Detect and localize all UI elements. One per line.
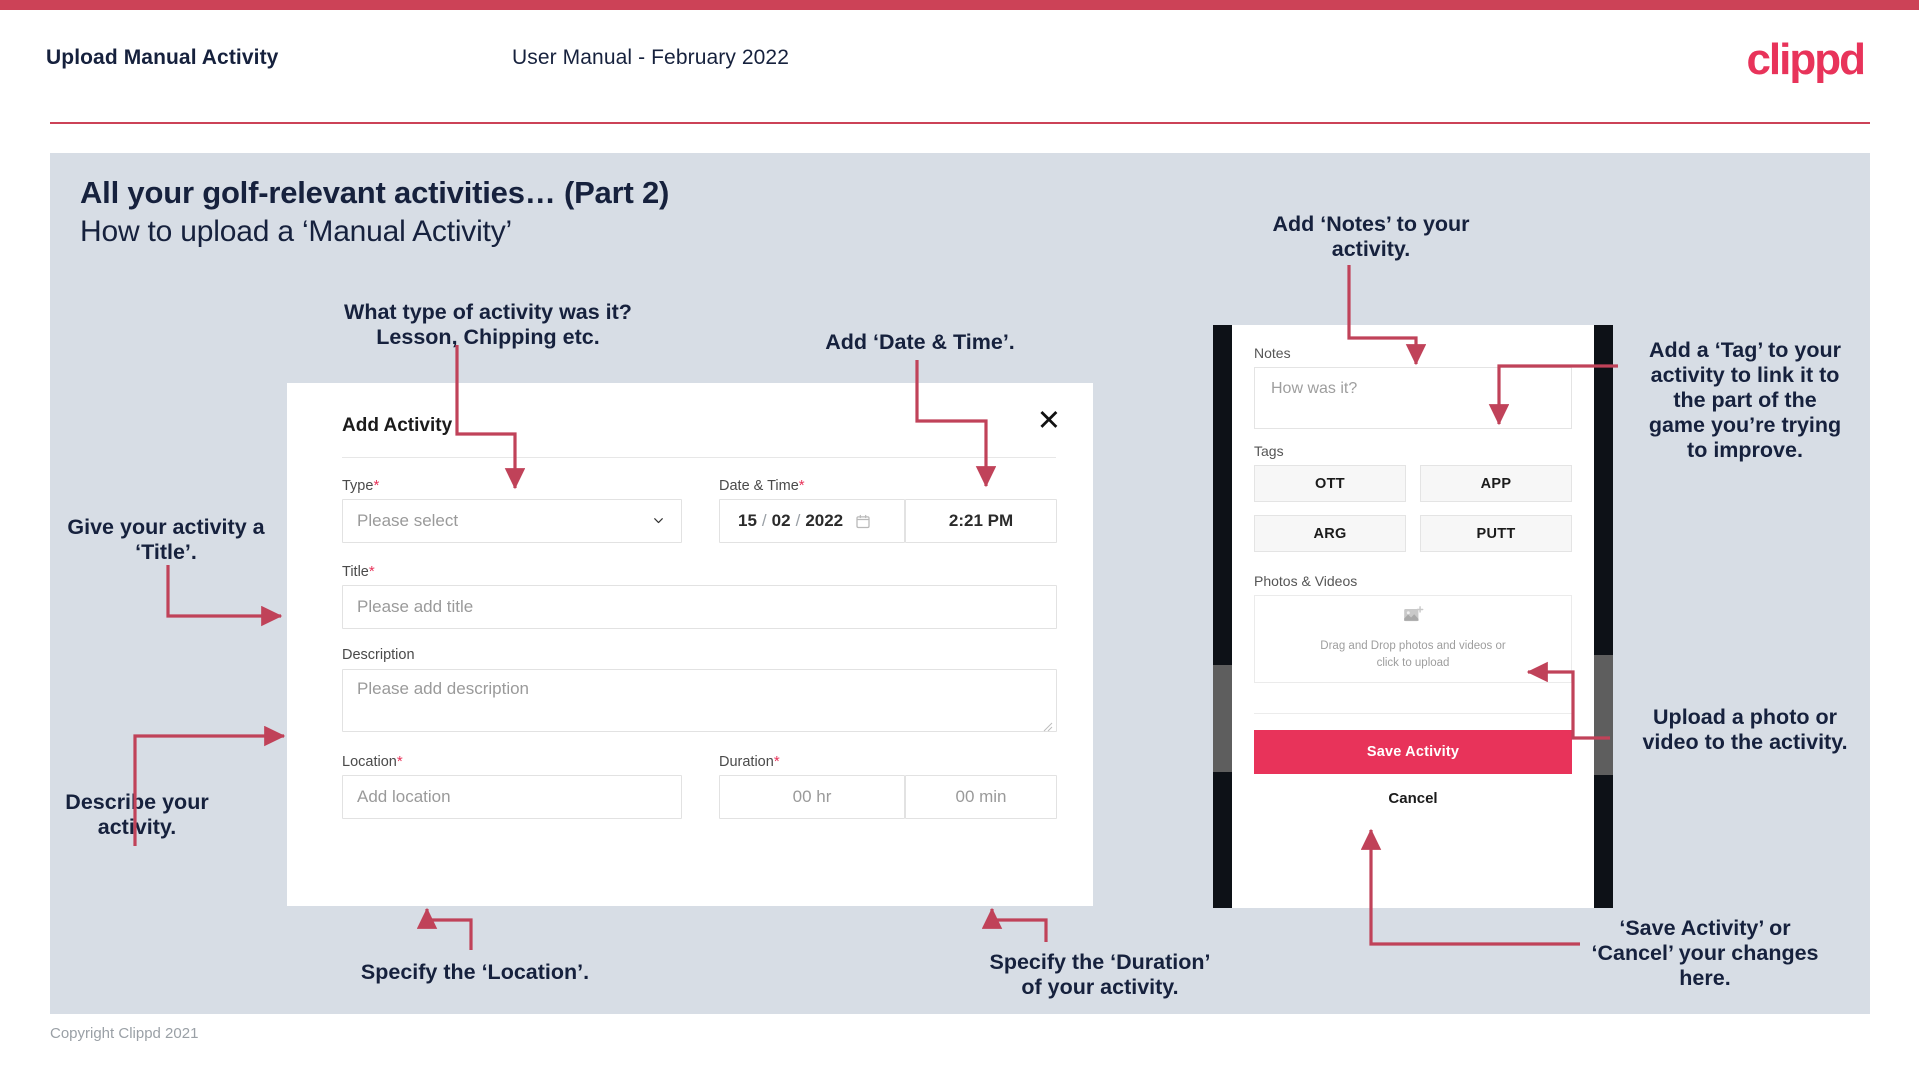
tag-button-putt[interactable]: PUTT (1420, 515, 1572, 552)
duration-minutes-placeholder: 00 min (955, 787, 1007, 806)
date-input[interactable]: 15 / 02 / 2022 (719, 499, 905, 543)
clippd-logo: clippd (1746, 35, 1866, 84)
tag-button-app[interactable]: APP (1420, 465, 1572, 502)
notes-label: Notes (1254, 345, 1291, 361)
duration-minutes-input[interactable]: 00 min (905, 775, 1057, 819)
location-required-mark: * (396, 753, 403, 770)
notes-placeholder: How was it? (1271, 380, 1358, 397)
annotation-photos: Upload a photo or video to the activity. (1642, 705, 1848, 754)
duration-label: Duration* (719, 753, 780, 770)
title-placeholder: Please add title (357, 597, 474, 616)
dropzone-text: Drag and Drop photos and videos or click… (1320, 638, 1505, 671)
header-subtitle: User Manual - February 2022 (512, 46, 789, 69)
annotation-tags: Add a ‘Tag’ to your activity to link it … (1648, 338, 1842, 462)
annotation-type: What type of activity was it? Lesson, Ch… (344, 300, 632, 349)
type-select[interactable]: Please select (342, 499, 682, 543)
header-title: Upload Manual Activity (46, 46, 279, 69)
datetime-required-mark: * (798, 477, 805, 494)
cancel-button[interactable]: Cancel (1254, 790, 1572, 807)
annotation-description: Describe your activity. (65, 790, 209, 839)
calendar-icon[interactable] (855, 513, 871, 530)
dialog-title: Add Activity (342, 415, 453, 436)
duration-required-mark: * (773, 753, 780, 770)
date-sep-2: / (795, 511, 801, 530)
page-subtitle: How to upload a ‘Manual Activity’ (80, 215, 512, 248)
title-required-mark: * (368, 563, 375, 580)
date-month: 02 (771, 511, 791, 530)
annotation-title: Give your activity a ‘Title’. (67, 515, 265, 564)
annotation-save: ‘Save Activity’ or ‘Cancel’ your changes… (1591, 916, 1819, 990)
date-sep-1: / (761, 511, 767, 530)
phone-frame-left (1213, 325, 1232, 908)
time-value: 2:21 PM (948, 511, 1014, 530)
annotation-datetime: Add ‘Date & Time’. (825, 330, 1015, 354)
datetime-label: Date & Time* (719, 477, 805, 494)
notes-textarea[interactable]: How was it? (1254, 367, 1572, 429)
location-placeholder: Add location (357, 787, 451, 806)
description-placeholder: Please add description (357, 679, 530, 698)
dropzone-line-1: Drag and Drop photos and videos or (1320, 640, 1506, 653)
title-label: Title* (342, 563, 375, 580)
tag-button-arg[interactable]: ARG (1254, 515, 1406, 552)
photo-dropzone[interactable]: Drag and Drop photos and videos or click… (1254, 595, 1572, 683)
chevron-down-icon (652, 514, 665, 527)
slide-root: Upload Manual Activity User Manual - Feb… (0, 0, 1919, 1079)
location-label-text: Location (342, 754, 397, 770)
annotation-notes: Add ‘Notes’ to your activity. (1272, 212, 1470, 261)
phone-frame-right (1594, 325, 1613, 908)
type-label-text: Type (342, 478, 374, 494)
add-activity-dialog: Add Activity ✕ Type* Please select Date … (287, 383, 1093, 906)
resize-handle-icon[interactable] (1043, 719, 1053, 732)
add-image-icon (1403, 606, 1424, 630)
annotation-location: Specify the ‘Location’. (360, 960, 590, 984)
header-divider (50, 122, 1870, 124)
tag-button-ott[interactable]: OTT (1254, 465, 1406, 502)
top-accent-bar (0, 0, 1919, 10)
phone-mockup: Notes How was it? Tags OTT APP ARG PUTT … (1213, 325, 1613, 908)
time-input[interactable]: 2:21 PM (905, 499, 1057, 543)
duration-hours-input[interactable]: 00 hr (719, 775, 905, 819)
tags-label: Tags (1254, 443, 1284, 459)
title-input[interactable]: Please add title (342, 585, 1057, 629)
duration-label-text: Duration (719, 754, 774, 770)
description-label: Description (342, 647, 415, 663)
phone-divider (1254, 713, 1572, 714)
dropzone-line-2: click to upload (1376, 657, 1450, 669)
type-required-mark: * (373, 477, 380, 494)
page-title: All your golf-relevant activities… (Part… (80, 175, 670, 210)
phone-screen: Notes How was it? Tags OTT APP ARG PUTT … (1232, 325, 1594, 908)
footer-copyright: Copyright Clippd 2021 (50, 1025, 199, 1042)
location-label: Location* (342, 753, 403, 770)
datetime-label-text: Date & Time (719, 478, 799, 494)
annotation-duration: Specify the ‘Duration’ of your activity. (989, 950, 1211, 999)
photos-label: Photos & Videos (1254, 573, 1358, 589)
description-textarea[interactable]: Please add description (342, 669, 1057, 732)
location-input[interactable]: Add location (342, 775, 682, 819)
phone-side-button-left (1213, 665, 1232, 772)
title-label-text: Title (342, 564, 369, 580)
date-day: 15 (738, 511, 757, 530)
duration-hours-placeholder: 00 hr (792, 787, 832, 806)
type-label: Type* (342, 477, 379, 494)
close-icon[interactable]: ✕ (1037, 407, 1061, 436)
date-year: 2022 (805, 511, 844, 530)
type-placeholder: Please select (357, 511, 459, 530)
save-activity-button[interactable]: Save Activity (1254, 730, 1572, 774)
phone-side-button-right (1594, 655, 1613, 775)
dialog-divider (342, 457, 1056, 458)
